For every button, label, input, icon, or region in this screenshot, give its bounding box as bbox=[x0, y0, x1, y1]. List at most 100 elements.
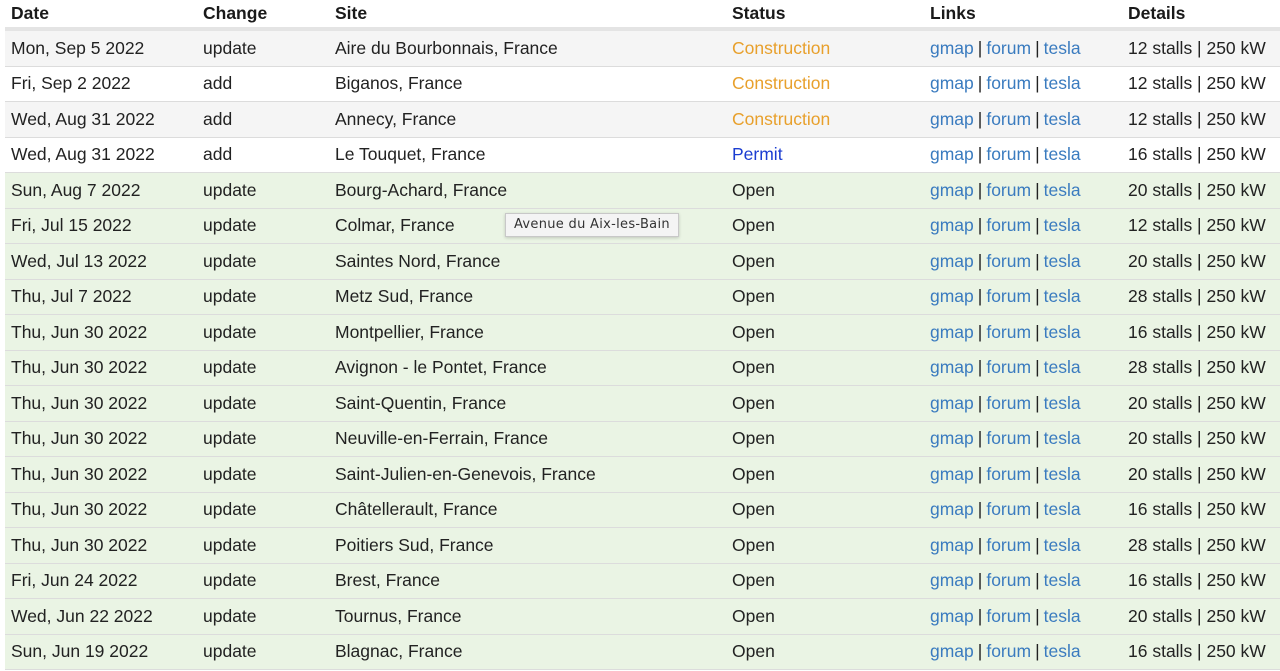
link-separator: | bbox=[977, 499, 983, 520]
row-status: Open bbox=[732, 641, 775, 662]
link-gmap[interactable]: gmap bbox=[930, 641, 974, 661]
link-forum[interactable]: forum bbox=[986, 38, 1031, 58]
row-change: update bbox=[203, 392, 257, 413]
link-tesla[interactable]: tesla bbox=[1044, 535, 1081, 555]
link-gmap[interactable]: gmap bbox=[930, 464, 974, 484]
link-forum[interactable]: forum bbox=[986, 215, 1031, 235]
link-separator: | bbox=[977, 534, 983, 555]
table-row: Thu, Jun 30 2022 update Neuville-en-Ferrai… bbox=[5, 421, 1280, 457]
row-date: Thu, Jul 7 2022 bbox=[11, 286, 132, 307]
row-site: Poitiers Sud, France bbox=[335, 534, 494, 555]
link-tesla[interactable]: tesla bbox=[1044, 499, 1081, 519]
link-gmap[interactable]: gmap bbox=[930, 73, 974, 93]
row-change: update bbox=[203, 215, 257, 236]
row-status: Open bbox=[732, 570, 775, 591]
link-tesla[interactable]: tesla bbox=[1044, 606, 1081, 626]
link-forum[interactable]: forum bbox=[986, 180, 1031, 200]
link-tesla[interactable]: tesla bbox=[1044, 570, 1081, 590]
table-row: Mon, Sep 5 2022 update Aire du Bourbonnais… bbox=[5, 31, 1280, 67]
link-tesla[interactable]: tesla bbox=[1044, 251, 1081, 271]
link-separator: | bbox=[977, 605, 983, 626]
row-site: Saint-Quentin, France bbox=[335, 392, 507, 413]
column-header-site[interactable]: Site bbox=[335, 3, 732, 24]
link-forum[interactable]: forum bbox=[986, 641, 1031, 661]
row-status: Open bbox=[732, 463, 775, 484]
link-tesla[interactable]: tesla bbox=[1044, 393, 1081, 413]
link-gmap[interactable]: gmap bbox=[930, 38, 974, 58]
row-details: 16 stalls | 250 kW bbox=[1128, 641, 1266, 662]
link-separator: | bbox=[1035, 570, 1040, 591]
link-forum[interactable]: forum bbox=[986, 393, 1031, 413]
link-tesla[interactable]: tesla bbox=[1044, 286, 1081, 306]
link-gmap[interactable]: gmap bbox=[930, 535, 974, 555]
row-date: Wed, Aug 31 2022 bbox=[11, 144, 155, 165]
link-gmap[interactable]: gmap bbox=[930, 144, 974, 164]
link-forum[interactable]: forum bbox=[986, 428, 1031, 448]
link-tesla[interactable]: tesla bbox=[1044, 109, 1081, 129]
row-date: Thu, Jun 30 2022 bbox=[11, 392, 148, 413]
link-forum[interactable]: forum bbox=[986, 251, 1031, 271]
link-gmap[interactable]: gmap bbox=[930, 570, 974, 590]
link-gmap[interactable]: gmap bbox=[930, 428, 974, 448]
link-tesla[interactable]: tesla bbox=[1044, 180, 1081, 200]
link-forum[interactable]: forum bbox=[986, 109, 1031, 129]
link-forum[interactable]: forum bbox=[986, 570, 1031, 590]
link-gmap[interactable]: gmap bbox=[930, 357, 974, 377]
link-separator: | bbox=[977, 37, 983, 58]
link-separator: | bbox=[1035, 37, 1040, 58]
link-forum[interactable]: forum bbox=[986, 357, 1031, 377]
row-status: Construction bbox=[732, 73, 831, 94]
link-tesla[interactable]: tesla bbox=[1044, 73, 1081, 93]
row-details: 28 stalls | 250 kW bbox=[1128, 357, 1266, 378]
row-date: Thu, Jun 30 2022 bbox=[11, 357, 148, 378]
table-row: Sun, Aug 7 2022 update Bourg-Achard, Franc… bbox=[5, 173, 1280, 209]
link-forum[interactable]: forum bbox=[986, 286, 1031, 306]
row-details: 20 stalls | 250 kW bbox=[1128, 605, 1266, 626]
link-gmap[interactable]: gmap bbox=[930, 109, 974, 129]
table-header: Date Change Site Status Links Details bbox=[5, 0, 1280, 31]
link-tesla[interactable]: tesla bbox=[1044, 464, 1081, 484]
row-change: add bbox=[203, 73, 233, 94]
link-tesla[interactable]: tesla bbox=[1044, 215, 1081, 235]
link-tesla[interactable]: tesla bbox=[1044, 428, 1081, 448]
link-forum[interactable]: forum bbox=[986, 535, 1031, 555]
link-forum[interactable]: forum bbox=[986, 322, 1031, 342]
column-header-change[interactable]: Change bbox=[203, 3, 335, 24]
row-change: update bbox=[203, 286, 257, 307]
link-gmap[interactable]: gmap bbox=[930, 286, 974, 306]
table-row: Wed, Aug 31 2022 add Le Touquet, France Per… bbox=[5, 137, 1280, 173]
link-tesla[interactable]: tesla bbox=[1044, 641, 1081, 661]
link-tesla[interactable]: tesla bbox=[1044, 144, 1081, 164]
link-forum[interactable]: forum bbox=[986, 73, 1031, 93]
column-header-status[interactable]: Status bbox=[732, 3, 930, 24]
column-header-links[interactable]: Links bbox=[930, 3, 1128, 24]
row-links: gmap | forum | tesla bbox=[930, 286, 1128, 307]
link-forum[interactable]: forum bbox=[986, 144, 1031, 164]
table-row: Sun, Jun 19 2022 update Blagnac, France Ope… bbox=[5, 634, 1280, 670]
link-separator: | bbox=[1035, 144, 1040, 165]
link-gmap[interactable]: gmap bbox=[930, 215, 974, 235]
column-header-date[interactable]: Date bbox=[5, 3, 203, 24]
link-separator: | bbox=[1035, 215, 1040, 236]
link-tesla[interactable]: tesla bbox=[1044, 38, 1081, 58]
row-links: gmap | forum | tesla bbox=[930, 499, 1128, 520]
link-gmap[interactable]: gmap bbox=[930, 322, 974, 342]
row-date: Fri, Jun 24 2022 bbox=[11, 570, 138, 591]
row-links: gmap | forum | tesla bbox=[930, 570, 1128, 591]
row-status: Open bbox=[732, 357, 775, 378]
row-details: 28 stalls | 250 kW bbox=[1128, 534, 1266, 555]
link-gmap[interactable]: gmap bbox=[930, 499, 974, 519]
link-gmap[interactable]: gmap bbox=[930, 393, 974, 413]
link-tesla[interactable]: tesla bbox=[1044, 322, 1081, 342]
row-change: update bbox=[203, 179, 257, 200]
link-gmap[interactable]: gmap bbox=[930, 180, 974, 200]
link-gmap[interactable]: gmap bbox=[930, 606, 974, 626]
link-forum[interactable]: forum bbox=[986, 606, 1031, 626]
row-status: Construction bbox=[732, 37, 831, 58]
link-forum[interactable]: forum bbox=[986, 464, 1031, 484]
link-tesla[interactable]: tesla bbox=[1044, 357, 1081, 377]
link-gmap[interactable]: gmap bbox=[930, 251, 974, 271]
link-forum[interactable]: forum bbox=[986, 499, 1031, 519]
table-row: Fri, Jun 24 2022 update Brest, France Open g… bbox=[5, 563, 1280, 599]
column-header-details[interactable]: Details bbox=[1128, 3, 1280, 24]
